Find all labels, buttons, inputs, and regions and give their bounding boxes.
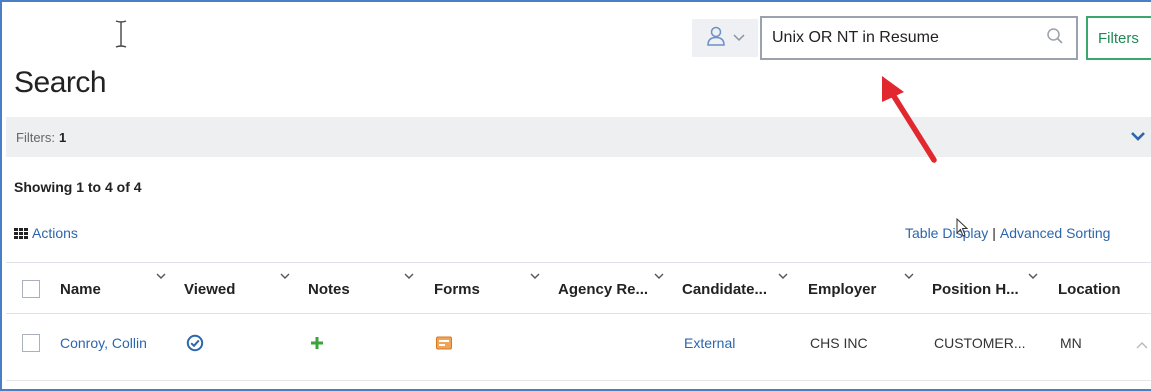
mouse-pointer-icon	[956, 217, 969, 243]
search-icon[interactable]	[1046, 27, 1064, 50]
column-label: Candidate...	[682, 280, 768, 298]
sort-icon[interactable]	[280, 267, 290, 284]
location-cell: MN	[1060, 335, 1082, 351]
actions-menu[interactable]: Actions	[14, 225, 78, 241]
column-label: Location	[1058, 280, 1121, 298]
column-label: Viewed	[184, 280, 236, 298]
column-label: Agency Re...	[558, 280, 649, 298]
table-row[interactable]: Conroy, Collin External CHS INC CUSTOMER…	[6, 315, 1151, 381]
column-header-position[interactable]: Position H...	[932, 263, 1044, 315]
column-label: Employer	[808, 280, 877, 298]
sort-icon[interactable]	[904, 267, 914, 284]
sort-icon[interactable]	[530, 267, 540, 284]
sort-icon[interactable]	[404, 267, 414, 284]
search-input[interactable]	[772, 29, 1046, 47]
column-header-candidate-type[interactable]: Candidate...	[682, 263, 798, 315]
sort-icon[interactable]	[654, 267, 664, 284]
user-icon	[705, 25, 727, 52]
employer-cell: CHS INC	[810, 335, 868, 351]
scroll-up-chevron-icon[interactable]	[1136, 336, 1148, 354]
global-search-box[interactable]	[760, 16, 1078, 60]
column-header-employer[interactable]: Employer	[808, 263, 920, 315]
column-header-viewed[interactable]: Viewed	[184, 263, 296, 315]
arrow-annotation-icon	[882, 76, 937, 163]
row-checkbox[interactable]	[22, 334, 40, 352]
column-header-location[interactable]: Location	[1058, 263, 1148, 315]
column-label: Name	[60, 280, 101, 298]
results-count: Showing 1 to 4 of 4	[14, 179, 142, 195]
add-note-plus-icon[interactable]	[310, 315, 324, 371]
form-icon[interactable]	[436, 315, 452, 371]
filters-count: 1	[59, 129, 67, 145]
sort-icon[interactable]	[778, 267, 788, 284]
column-label: Forms	[434, 280, 480, 298]
select-all-checkbox-cell[interactable]	[22, 263, 40, 315]
table-options: Table Display | Advanced Sorting	[905, 225, 1110, 241]
table-header: Name Viewed Notes Forms Agency Re... Can…	[6, 262, 1151, 314]
user-menu-button[interactable]	[692, 19, 758, 57]
row-checkbox-cell[interactable]	[22, 315, 40, 371]
select-all-checkbox[interactable]	[22, 280, 40, 298]
column-header-agency-referral[interactable]: Agency Re...	[558, 263, 674, 315]
chevron-down-icon	[733, 29, 745, 47]
filters-button[interactable]: Filters	[1086, 16, 1151, 60]
column-label: Notes	[308, 280, 350, 298]
advanced-sorting-link[interactable]: Advanced Sorting	[1000, 225, 1111, 241]
viewed-check-circle-icon	[186, 315, 204, 371]
grid-icon	[14, 227, 28, 239]
text-cursor-icon	[114, 20, 128, 48]
app-window: Filters Search Filters: 1 Showing 1 to 4…	[0, 0, 1151, 391]
filters-label: Filters:	[16, 129, 55, 145]
position-cell: CUSTOMER...	[934, 335, 1026, 351]
link-separator: |	[992, 225, 996, 241]
actions-label: Actions	[32, 225, 78, 241]
column-header-forms[interactable]: Forms	[434, 263, 546, 315]
column-label: Position H...	[932, 280, 1019, 298]
candidate-type-link[interactable]: External	[684, 315, 735, 371]
sort-icon[interactable]	[1028, 267, 1038, 284]
filter-summary-bar[interactable]: Filters: 1	[6, 117, 1151, 157]
column-header-notes[interactable]: Notes	[308, 263, 420, 315]
sort-icon[interactable]	[156, 267, 166, 284]
page-title: Search	[14, 66, 107, 99]
column-header-name[interactable]: Name	[60, 263, 176, 315]
candidate-name-link[interactable]: Conroy, Collin	[60, 315, 147, 371]
expand-filters-chevron-icon[interactable]	[1130, 130, 1146, 148]
table-display-link[interactable]: Table Display	[905, 225, 988, 241]
